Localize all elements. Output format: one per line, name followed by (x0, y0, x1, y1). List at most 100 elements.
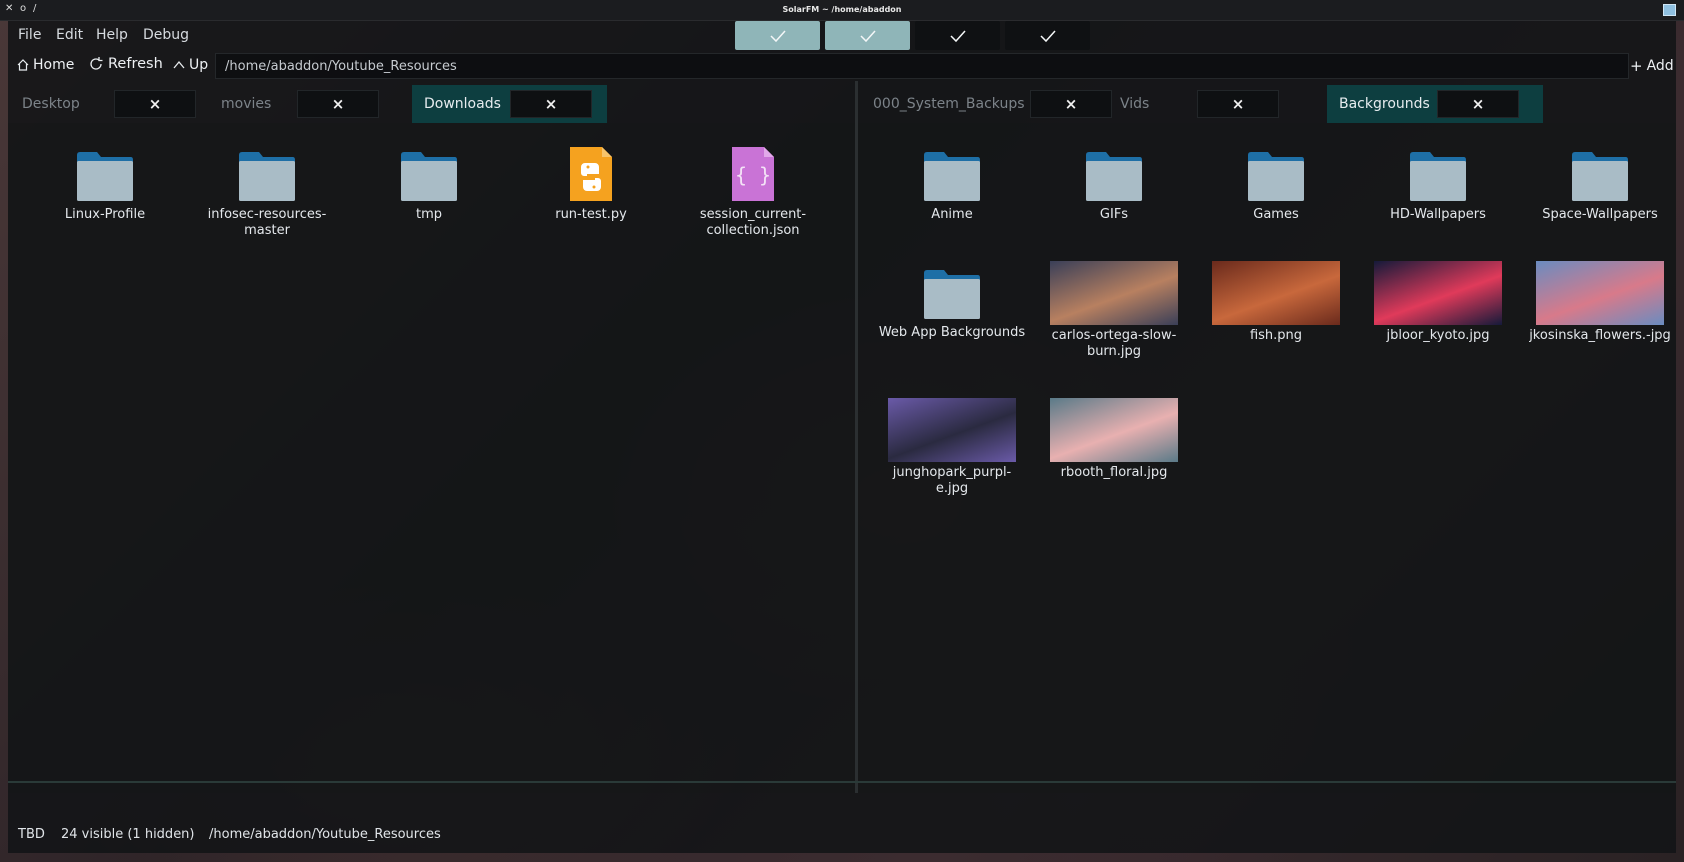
tab-label: 000_System_Backups (873, 96, 1025, 112)
item-label: tmp (415, 207, 442, 222)
item-label: HD-Wallpapers (1390, 207, 1486, 222)
image-thumbnail (1050, 261, 1178, 325)
item-label: junghopark_purpl-e.jpg (892, 465, 1012, 496)
file-item[interactable]: run-test.py (516, 143, 666, 223)
status-left: TBD (18, 827, 45, 842)
image-thumbnail (1374, 261, 1502, 325)
folder-icon (239, 152, 295, 201)
image-thumbnail (1212, 261, 1340, 325)
tab-movies[interactable]: movies × (204, 85, 394, 123)
image-thumbnail (1050, 398, 1178, 462)
folder-icon (77, 152, 133, 201)
close-tab-button[interactable]: × (114, 90, 196, 118)
window-menu-icon[interactable] (1663, 4, 1676, 16)
app-window: File Edit Help Debug Home Refresh Up /ho… (8, 21, 1676, 853)
close-tab-button[interactable]: × (510, 90, 592, 118)
folder-icon (924, 152, 980, 201)
folder-item[interactable]: infosec-resources-master (192, 143, 342, 239)
view-toggle-4[interactable] (1005, 21, 1090, 50)
file-item[interactable]: fish.png (1201, 261, 1351, 344)
item-label: Anime (931, 207, 973, 222)
file-item[interactable]: rbooth_floral.jpg (1039, 398, 1189, 481)
add-label: Add (1646, 58, 1674, 74)
add-button[interactable]: + Add (1630, 57, 1674, 75)
home-button[interactable]: Home (17, 57, 74, 73)
folder-item[interactable]: Anime (877, 143, 1027, 223)
item-label: GIFs (1099, 207, 1129, 222)
folder-item[interactable]: Web App Backgrounds (877, 261, 1027, 341)
file-item[interactable]: junghopark_purpl-e.jpg (877, 398, 1027, 497)
check-icon (859, 29, 876, 42)
status-path: /home/abaddon/Youtube_Resources (209, 827, 441, 842)
home-icon (17, 59, 29, 71)
item-label: fish.png (1249, 328, 1303, 343)
tab-vids[interactable]: Vids × (1114, 85, 1310, 123)
menu-debug[interactable]: Debug (143, 27, 189, 43)
tab-downloads[interactable]: Downloads × (412, 85, 607, 123)
view-toggle-3[interactable] (915, 21, 1000, 50)
item-label: jkosinska_flowers.-jpg (1529, 328, 1671, 343)
folder-item[interactable]: Linux-Profile (30, 143, 180, 223)
menu-file[interactable]: File (18, 27, 41, 43)
json-file-icon: { } (732, 147, 774, 201)
close-tab-button[interactable]: × (1030, 90, 1112, 118)
path-entry[interactable]: /home/abaddon/Youtube_Resources (215, 53, 1629, 79)
folder-item[interactable]: HD-Wallpapers (1363, 143, 1513, 223)
python-file-icon (570, 147, 612, 201)
item-label: carlos-ortega-slow-burn.jpg (1051, 328, 1177, 359)
status-bar: TBD 24 visible (1 hidden) /home/abaddon/… (8, 781, 1676, 847)
check-icon (949, 29, 966, 42)
item-label: rbooth_floral.jpg (1060, 465, 1168, 480)
tab-system-backups[interactable]: 000_System_Backups × (864, 85, 1122, 123)
folder-icon (1572, 152, 1628, 201)
toolbar: Home Refresh Up /home/abaddon/Youtube_Re… (8, 51, 1676, 81)
window-titlebar: ✕ o / SolarFM ~ /home/abaddon (0, 0, 1684, 21)
menu-help[interactable]: Help (96, 27, 128, 43)
folder-icon (1248, 152, 1304, 201)
file-item[interactable]: { } session_current-collection.json (678, 143, 828, 239)
tab-backgrounds[interactable]: Backgrounds × (1327, 85, 1543, 123)
folder-icon (401, 152, 457, 201)
view-toggle-1[interactable] (735, 21, 820, 50)
refresh-button[interactable]: Refresh (88, 56, 163, 72)
status-count: 24 visible (1 hidden) (61, 827, 195, 842)
check-icon (769, 29, 786, 42)
item-label: Space-Wallpapers (1542, 207, 1658, 222)
file-item[interactable]: jbloor_kyoto.jpg (1363, 261, 1513, 344)
tab-label: movies (221, 96, 272, 112)
chevron-up-icon (173, 60, 185, 69)
item-label: run-test.py (555, 207, 627, 222)
close-tab-button[interactable]: × (297, 90, 379, 118)
refresh-label: Refresh (108, 56, 163, 72)
tab-label: Backgrounds (1339, 96, 1430, 112)
folder-item[interactable]: Space-Wallpapers (1525, 143, 1675, 223)
refresh-icon (90, 57, 103, 70)
image-thumbnail (888, 398, 1016, 462)
plus-icon: + (1630, 57, 1643, 75)
menu-bar: File Edit Help Debug (8, 21, 1676, 50)
tab-label: Vids (1120, 96, 1150, 112)
folder-item[interactable]: Games (1201, 143, 1351, 223)
folder-icon (1086, 152, 1142, 201)
item-label: jbloor_kyoto.jpg (1386, 328, 1490, 343)
item-label: Linux-Profile (64, 207, 146, 222)
item-label: session_current-collection.json (699, 207, 807, 238)
tab-desktop[interactable]: Desktop × (14, 85, 196, 123)
menu-edit[interactable]: Edit (56, 27, 83, 43)
view-toggle-2[interactable] (825, 21, 910, 50)
item-label: infosec-resources-master (207, 207, 327, 238)
close-tab-button[interactable]: × (1197, 90, 1279, 118)
close-tab-button[interactable]: × (1437, 90, 1519, 118)
file-item[interactable]: carlos-ortega-slow-burn.jpg (1039, 261, 1189, 360)
home-label: Home (33, 57, 75, 73)
item-label: Web App Backgrounds (878, 325, 1026, 340)
folder-icon (924, 270, 980, 319)
up-label: Up (189, 57, 209, 73)
folder-item[interactable]: tmp (354, 143, 504, 223)
window-title: SolarFM ~ /home/abaddon (782, 5, 902, 14)
image-thumbnail (1536, 261, 1664, 325)
up-button[interactable]: Up (173, 57, 208, 73)
tab-label: Desktop (22, 96, 80, 112)
file-item[interactable]: jkosinska_flowers.-jpg (1525, 261, 1675, 344)
folder-item[interactable]: GIFs (1039, 143, 1189, 223)
